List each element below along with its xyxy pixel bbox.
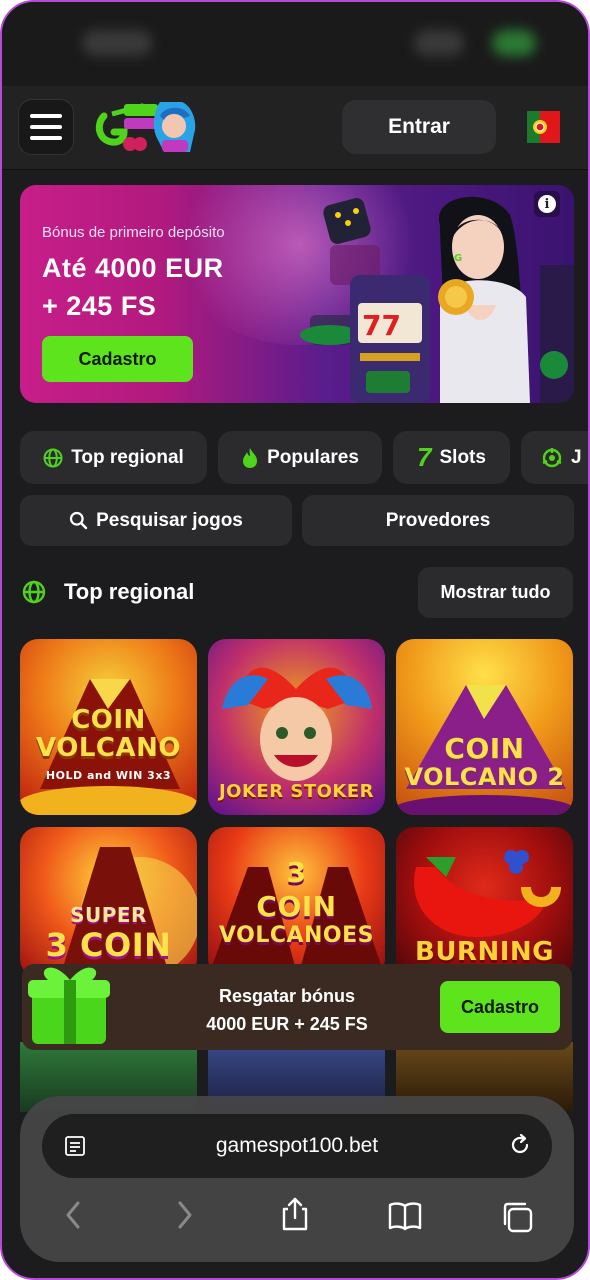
menu-icon: [30, 114, 62, 118]
hero-illustration: 77 G: [300, 196, 574, 403]
category-top-regional[interactable]: Top regional: [20, 431, 207, 484]
game-tile-super-3-coin[interactable]: SUPER 3 COIN: [20, 827, 197, 977]
bonus-bar: Resgatar bónus 4000 EUR + 245 FS Cadastr…: [22, 964, 572, 1050]
providers-button[interactable]: Provedores: [302, 495, 574, 546]
game-title: 3: [286, 856, 307, 889]
flame-icon: [243, 447, 258, 468]
address-bar[interactable]: gamespot100.bet: [42, 1114, 552, 1178]
gamespot-logo[interactable]: [94, 96, 206, 158]
game-title: JOKER STOKER: [218, 781, 375, 802]
status-battery-blur: [492, 30, 536, 56]
search-games-button[interactable]: Pesquisar jogos: [20, 495, 292, 546]
search-icon: [70, 511, 88, 530]
status-bar: [2, 2, 588, 86]
game-tile-coin-volcano-2[interactable]: COIN VOLCANO 2: [396, 639, 573, 815]
game-title: BURNING: [415, 937, 554, 967]
category-jackpot[interactable]: J: [521, 431, 588, 484]
info-button[interactable]: i: [534, 191, 560, 217]
category-label: Populares: [267, 446, 359, 468]
forward-icon[interactable]: [174, 1200, 196, 1230]
status-signal-blur: [414, 30, 464, 56]
game-title: VOLCANOES: [218, 923, 375, 948]
joystick-icon: [542, 447, 562, 467]
tabs-icon[interactable]: [500, 1200, 534, 1234]
menu-icon-line: [30, 136, 62, 140]
site-header: Entrar: [2, 86, 588, 170]
game-title: VOLCANO: [36, 733, 181, 763]
hero-register-button[interactable]: Cadastro: [42, 336, 193, 382]
info-icon: i: [538, 195, 556, 213]
status-time-blur: [82, 30, 152, 56]
search-games-label: Pesquisar jogos: [96, 509, 243, 531]
svg-text:77: 77: [362, 309, 401, 342]
game-tile-3-coin-volcanoes[interactable]: 3 COIN VOLCANOES: [208, 827, 385, 977]
game-subtitle: HOLD and WIN 3x3: [45, 769, 172, 782]
category-populares[interactable]: Populares: [218, 431, 382, 484]
hero-subtitle: Bónus de primeiro depósito: [42, 224, 225, 241]
game-title: COIN: [444, 732, 525, 765]
hero-banner[interactable]: 77 G i Bónus de primeiro depósito Até 40…: [20, 185, 574, 403]
game-title: COIN: [71, 705, 146, 735]
url-text: gamespot100.bet: [215, 1134, 379, 1157]
section-title: Top regional: [64, 579, 195, 604]
language-flag-portugal[interactable]: [527, 111, 560, 143]
game-tile-burning[interactable]: BURNING: [396, 827, 573, 977]
show-all-button[interactable]: Mostrar tudo: [418, 567, 573, 618]
bonus-text: Resgatar bónus 4000 EUR + 245 FS: [162, 982, 412, 1038]
hero-title-line1: Até 4000 EUR: [42, 253, 224, 283]
phone-screen: Entrar 77 G i Bónus de primeiro depósito…: [0, 0, 590, 1280]
bonus-line2: 4000 EUR + 245 FS: [206, 1014, 368, 1034]
back-icon[interactable]: [62, 1200, 84, 1230]
bonus-line1: Resgatar bónus: [218, 986, 356, 1006]
login-button[interactable]: Entrar: [342, 100, 496, 154]
category-label: Slots: [439, 446, 486, 468]
seven-icon: 7: [417, 442, 432, 472]
globe-icon: [43, 448, 63, 467]
category-label: J: [571, 446, 582, 468]
game-title: VOLCANO 2: [404, 763, 565, 791]
hero-title: Até 4000 EUR + 245 FS: [42, 249, 224, 325]
category-label: Top regional: [71, 446, 184, 468]
bonus-register-button[interactable]: Cadastro: [440, 981, 560, 1033]
category-slots[interactable]: 7 Slots: [393, 431, 510, 484]
game-tile-joker-stoker[interactable]: JOKER STOKER: [208, 639, 385, 815]
game-tile-coin-volcano[interactable]: COIN VOLCANO HOLD and WIN 3x3: [20, 639, 197, 815]
game-title: COIN: [256, 890, 337, 923]
svg-text:G: G: [454, 253, 462, 264]
globe-icon: [22, 580, 46, 604]
menu-button[interactable]: [18, 99, 74, 155]
bookmarks-icon[interactable]: [387, 1200, 423, 1232]
menu-icon-line: [30, 125, 62, 129]
game-title: SUPER: [70, 903, 147, 927]
reload-icon[interactable]: [508, 1133, 532, 1157]
browser-toolbar: gamespot100.bet: [20, 1096, 574, 1262]
hero-title-line2: + 245 FS: [42, 291, 157, 321]
share-icon[interactable]: [278, 1196, 312, 1232]
gift-icon: [28, 967, 110, 1044]
